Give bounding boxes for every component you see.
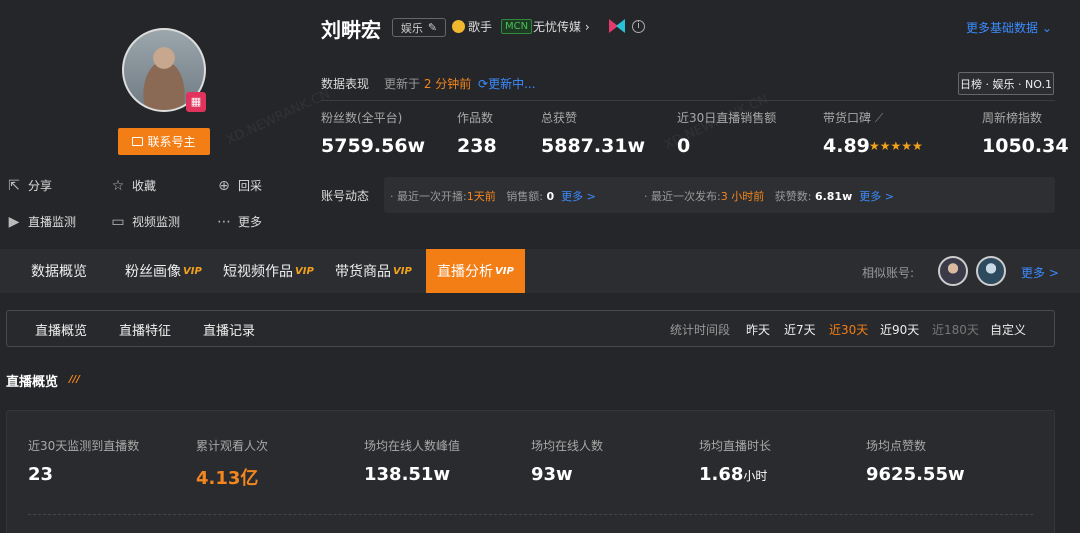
tab-short-videos[interactable]: 短视频作品 VIP bbox=[223, 249, 314, 293]
metric-value: 1.68小时 bbox=[699, 464, 768, 485]
period-yesterday[interactable]: 昨天 bbox=[746, 321, 770, 338]
performance-label: 数据表现 bbox=[321, 77, 370, 91]
similar-more-link[interactable]: 更多 > bbox=[1021, 264, 1059, 281]
mcn-badge: MCN bbox=[501, 19, 533, 34]
similar-account-avatar[interactable] bbox=[938, 256, 968, 286]
more-basic-data-link[interactable]: 更多基础数据 ⌄ bbox=[966, 19, 1052, 36]
update-status: 更新于 2 分钟前 bbox=[384, 77, 472, 91]
metric-label: 近30天监测到直播数 bbox=[28, 439, 140, 453]
edit-icon: ✎ bbox=[427, 21, 438, 34]
metric-value: 4.13亿 bbox=[196, 468, 259, 489]
card-icon bbox=[132, 137, 144, 146]
tab-products[interactable]: 带货商品 VIP bbox=[335, 249, 412, 293]
vip-badge: VIP bbox=[393, 265, 412, 277]
rating-stars: ★★★★★ bbox=[869, 139, 923, 153]
metric-value: 138.51w bbox=[364, 464, 451, 485]
vip-badge: VIP bbox=[183, 265, 202, 277]
recollect-icon: ⊕ bbox=[218, 177, 230, 194]
subtab-live-overview[interactable]: 直播概览 bbox=[35, 320, 87, 339]
stat-label: 带货口碑 ⟋ bbox=[823, 111, 884, 125]
live-monitor-button[interactable]: ▶ 直播监测 bbox=[6, 213, 76, 230]
live-icon: ▶ bbox=[8, 213, 20, 230]
period-label: 统计时间段 bbox=[670, 323, 731, 337]
account-name: 刘畊宏 bbox=[321, 18, 381, 42]
category-tag[interactable]: 娱乐 ✎ bbox=[392, 18, 446, 37]
stat-value: 0 bbox=[677, 135, 691, 157]
decor-icon: /// bbox=[69, 374, 80, 385]
post-dynamic: · 最近一次发布:3 小时前 获赞数: 6.81w 更多 > bbox=[644, 190, 894, 203]
similar-account-avatar[interactable] bbox=[976, 256, 1006, 286]
period-90d[interactable]: 近90天 bbox=[880, 321, 919, 338]
watermark: XD.NEWRANK.CN bbox=[224, 86, 333, 149]
metric-label: 场均直播时长 bbox=[699, 439, 772, 453]
recollect-button[interactable]: ⊕ 回采 bbox=[216, 177, 262, 194]
chevron-down-circle-icon: ⌄ bbox=[1041, 21, 1052, 35]
vip-badge: VIP bbox=[295, 265, 314, 277]
more-actions-button[interactable]: ⋯ 更多 bbox=[216, 213, 262, 230]
stat-value: 4.89 bbox=[823, 135, 870, 157]
role-icon bbox=[452, 20, 465, 33]
info-icon[interactable]: i bbox=[632, 20, 645, 33]
live-more-link[interactable]: 更多 > bbox=[561, 190, 596, 203]
star-outline-icon: ☆ bbox=[111, 177, 125, 194]
tab-live-analysis[interactable]: 直播分析 VIP bbox=[426, 249, 525, 293]
period-180d[interactable]: 近180天 bbox=[932, 321, 979, 338]
rank-badge[interactable]: 日榜 · 娱乐 · NO.1 bbox=[958, 72, 1054, 95]
stat-label: 粉丝数(全平台) bbox=[321, 111, 403, 125]
metric-value: 93w bbox=[531, 464, 573, 485]
metric-value: 23 bbox=[28, 464, 54, 485]
divider bbox=[321, 100, 1055, 101]
dashed-divider bbox=[28, 514, 1033, 515]
favorite-button[interactable]: ☆ 收藏 bbox=[110, 177, 156, 194]
share-icon: ⇱ bbox=[8, 177, 20, 194]
share-button[interactable]: ⇱ 分享 bbox=[6, 177, 52, 194]
more-dots-icon: ⋯ bbox=[217, 213, 231, 230]
mcn-link[interactable]: 无忧传媒 › bbox=[533, 18, 590, 35]
section-title: 直播概览 bbox=[6, 375, 59, 390]
monitor-chart-icon: ▭ bbox=[111, 213, 125, 230]
stat-label: 作品数 bbox=[457, 111, 494, 125]
stat-value: 5887.31w bbox=[541, 135, 646, 157]
live-dynamic: · 最近一次开播:1天前 销售额: 0 更多 > bbox=[390, 190, 596, 203]
vip-badge: VIP bbox=[495, 265, 514, 277]
stat-label: 周新榜指数 bbox=[982, 111, 1043, 125]
metric-label: 场均在线人数 bbox=[531, 439, 604, 453]
metric-value: 9625.55w bbox=[866, 464, 965, 485]
dynamics-label: 账号动态 bbox=[321, 189, 370, 203]
trend-chart-icon: ⟋ bbox=[874, 111, 884, 125]
subtab-live-features[interactable]: 直播特征 bbox=[119, 320, 171, 339]
metric-label: 场均在线人数峰值 bbox=[364, 439, 461, 453]
stat-label: 总获赞 bbox=[541, 111, 578, 125]
stat-label: 近30日直播销售额 bbox=[677, 111, 777, 125]
similar-accounts-label: 相似账号: bbox=[862, 266, 915, 280]
stat-value: 5759.56w bbox=[321, 135, 426, 157]
platform-logo-icon bbox=[609, 19, 625, 33]
period-30d[interactable]: 近30天 bbox=[829, 321, 868, 338]
qr-code-icon[interactable]: ▦ bbox=[186, 92, 206, 112]
post-more-link[interactable]: 更多 > bbox=[859, 190, 894, 203]
refresh-button[interactable]: ⟳更新中... bbox=[478, 75, 536, 92]
role-label: 歌手 bbox=[468, 20, 493, 34]
metric-label: 累计观看人次 bbox=[196, 439, 269, 453]
subtab-live-records[interactable]: 直播记录 bbox=[203, 320, 255, 339]
tab-fans-profile[interactable]: 粉丝画像 VIP bbox=[125, 249, 202, 293]
tab-data-overview[interactable]: 数据概览 bbox=[31, 249, 87, 293]
metric-label: 场均点赞数 bbox=[866, 439, 927, 453]
refresh-icon: ⟳ bbox=[478, 77, 489, 91]
period-7d[interactable]: 近7天 bbox=[784, 321, 816, 338]
chevron-right-icon: › bbox=[584, 20, 590, 34]
period-custom[interactable]: 自定义 bbox=[990, 321, 1026, 338]
video-monitor-button[interactable]: ▭ 视频监测 bbox=[110, 213, 180, 230]
stat-value: 1050.34 bbox=[982, 135, 1069, 157]
contact-owner-button[interactable]: 联系号主 bbox=[118, 128, 210, 155]
stat-value: 238 bbox=[457, 135, 497, 157]
